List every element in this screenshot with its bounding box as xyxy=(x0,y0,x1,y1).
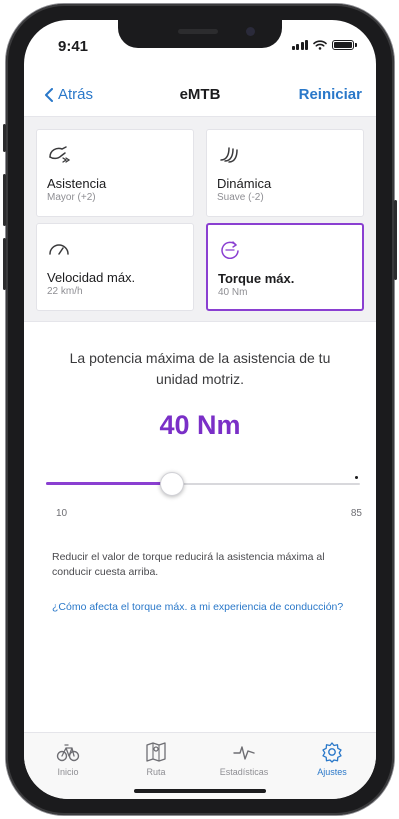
bike-icon xyxy=(56,744,80,762)
activity-icon xyxy=(233,746,255,760)
tab-inicio[interactable]: Inicio xyxy=(24,741,112,777)
torque-slider[interactable] xyxy=(46,471,360,497)
home-indicator xyxy=(134,789,266,793)
info-note: Reducir el valor de torque reducirá la a… xyxy=(52,551,325,578)
tab-ajustes[interactable]: Ajustes xyxy=(288,741,376,777)
side-button xyxy=(3,124,6,152)
wifi-icon xyxy=(313,40,327,50)
slider-fill xyxy=(46,482,172,485)
gear-icon xyxy=(322,742,342,763)
tile-value: 40 Nm xyxy=(218,287,248,298)
tile-torque-max[interactable]: Torque máx. 40 Nm xyxy=(206,223,364,311)
map-icon xyxy=(146,742,166,762)
tile-asistencia[interactable]: Asistencia Mayor (+2) xyxy=(36,129,194,217)
torque-icon xyxy=(221,241,239,259)
battery-icon xyxy=(332,40,357,50)
tile-label: Dinámica xyxy=(217,176,272,191)
tab-estadisticas[interactable]: Estadísticas xyxy=(200,741,288,777)
settings-tiles: Asistencia Mayor (+2) Dinámica Suave (-2… xyxy=(24,116,376,322)
dynamics-icon xyxy=(220,147,238,163)
tab-label: Ajustes xyxy=(317,767,347,777)
tile-value: Mayor (+2) xyxy=(47,192,96,203)
status-icons xyxy=(291,40,357,50)
tab-label: Estadísticas xyxy=(219,767,269,777)
slider-min-label: 10 xyxy=(56,508,68,519)
assist-icon xyxy=(49,146,71,163)
speedometer-icon xyxy=(49,244,69,255)
reset-button[interactable]: Reiniciar xyxy=(299,86,362,103)
tile-label: Asistencia xyxy=(47,176,107,191)
help-link[interactable]: ¿Cómo afecta el torque máx. a mi experie… xyxy=(52,600,352,615)
tab-label: Ruta xyxy=(146,767,166,777)
status-time: 9:41 xyxy=(58,38,89,55)
screen: 9:41 Atrás eMTB Reiniciar Asistencia May… xyxy=(24,20,376,799)
signal-icon xyxy=(291,40,308,50)
tile-value: 22 km/h xyxy=(47,286,83,297)
tile-velocidad-max[interactable]: Velocidad máx. 22 km/h xyxy=(36,223,194,311)
slider-thumb[interactable] xyxy=(159,472,184,496)
phone-frame: 9:41 Atrás eMTB Reiniciar Asistencia May… xyxy=(3,4,397,815)
slider-end-marker xyxy=(355,476,358,479)
tile-value: Suave (-2) xyxy=(217,192,264,203)
notch xyxy=(118,20,282,48)
tile-dinamica[interactable]: Dinámica Suave (-2) xyxy=(206,129,364,217)
tab-ruta[interactable]: Ruta xyxy=(112,741,200,777)
volume-down-button xyxy=(3,238,6,290)
slider-max-label: 85 xyxy=(350,508,362,519)
tile-label: Velocidad máx. xyxy=(47,270,136,285)
tab-label: Inicio xyxy=(57,767,79,777)
torque-value: 40 Nm xyxy=(159,410,241,440)
navigation-bar: Atrás eMTB Reiniciar xyxy=(24,80,376,110)
power-button xyxy=(394,200,397,280)
setting-description: La potencia máxima de la asistencia de t… xyxy=(69,350,331,387)
tile-label: Torque máx. xyxy=(218,271,295,286)
volume-up-button xyxy=(3,174,6,226)
